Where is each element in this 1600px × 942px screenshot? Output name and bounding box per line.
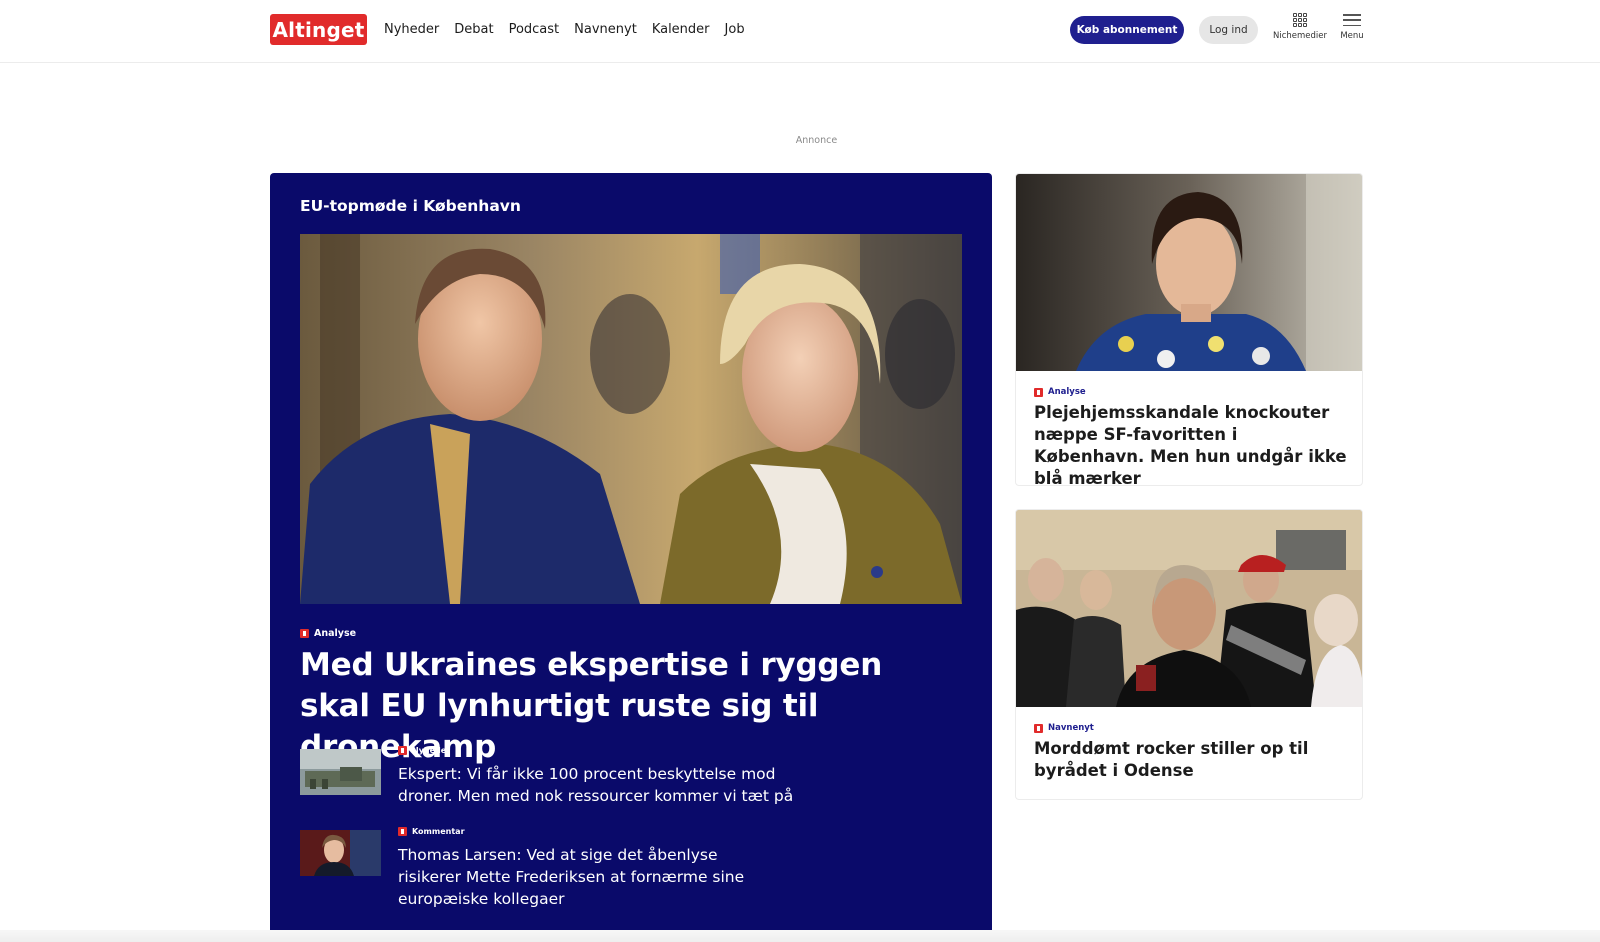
article-card-2-title[interactable]: Morddømt rocker stiller op til byrådet i…: [1034, 738, 1352, 782]
menu-label: Menu: [1340, 31, 1364, 41]
sub-article-1-tag: Nyheder: [398, 746, 450, 755]
feature-tag-label: Analyse: [314, 628, 357, 639]
menu-button[interactable]: Menu: [1338, 13, 1366, 41]
sub-article-1-title[interactable]: Ekspert: Vi får ikke 100 procent beskytt…: [398, 763, 818, 807]
niche-media-button[interactable]: Nichemedier: [1272, 13, 1328, 41]
subscribe-button[interactable]: Køb abonnement: [1070, 16, 1184, 44]
niche-media-label: Nichemedier: [1272, 31, 1327, 41]
feature-kicker[interactable]: EU-topmøde i København: [300, 197, 521, 215]
article-card-1[interactable]: Analyse Plejehjemsskandale knockouter næ…: [1015, 173, 1363, 486]
sub-article-2-thumbnail[interactable]: [300, 830, 381, 876]
main-nav: Nyheder Debat Podcast Navnenyt Kalender …: [384, 20, 760, 40]
site-header: Altinget Nyheder Debat Podcast Navnenyt …: [0, 0, 1600, 63]
article-card-2-tag-label: Navnenyt: [1048, 723, 1094, 733]
sub-article-2-tag: Kommentar: [398, 827, 465, 836]
nav-item-nyheder[interactable]: Nyheder: [384, 20, 439, 40]
hamburger-icon: [1343, 13, 1361, 27]
article-card-1-title[interactable]: Plejehjemsskandale knockouter næppe SF-f…: [1034, 402, 1352, 485]
nav-item-job[interactable]: Job: [725, 20, 745, 40]
logo-text: Altinget: [272, 17, 365, 42]
article-card-2[interactable]: Navnenyt Morddømt rocker stiller op til …: [1015, 509, 1363, 800]
article-card-2-image[interactable]: [1016, 510, 1362, 707]
article-card-1-image[interactable]: [1016, 174, 1362, 371]
page-bottom-strip: [0, 930, 1600, 942]
feature-hero-image[interactable]: [300, 234, 962, 604]
nav-item-debat[interactable]: Debat: [454, 20, 493, 40]
altinget-mini-icon: [300, 629, 309, 638]
sub-article-2-title[interactable]: Thomas Larsen: Ved at sige det åbenlyse …: [398, 844, 748, 910]
altinget-mini-icon: [398, 746, 407, 755]
article-card-2-tag: Navnenyt: [1034, 723, 1094, 733]
feature-tag: Analyse: [300, 628, 356, 639]
ad-label: Annonce: [795, 135, 838, 146]
login-button[interactable]: Log ind: [1199, 16, 1258, 44]
article-card-1-tag: Analyse: [1034, 387, 1086, 397]
grid-icon: [1293, 13, 1307, 27]
sub-article-1-thumbnail[interactable]: [300, 749, 381, 795]
nav-item-navnenyt[interactable]: Navnenyt: [574, 20, 637, 40]
altinget-logo[interactable]: Altinget: [270, 14, 367, 45]
nav-item-kalender[interactable]: Kalender: [652, 20, 710, 40]
altinget-mini-icon: [398, 827, 407, 836]
feature-block: EU-topmøde i København Analyse Med Ukrai…: [270, 173, 992, 939]
altinget-mini-icon: [1034, 387, 1043, 397]
article-card-1-tag-label: Analyse: [1048, 387, 1086, 397]
altinget-mini-icon: [1034, 723, 1043, 733]
nav-item-podcast[interactable]: Podcast: [509, 20, 560, 40]
sub-article-2-tag-label: Kommentar: [412, 827, 465, 836]
sub-article-1-tag-label: Nyheder: [412, 746, 451, 755]
